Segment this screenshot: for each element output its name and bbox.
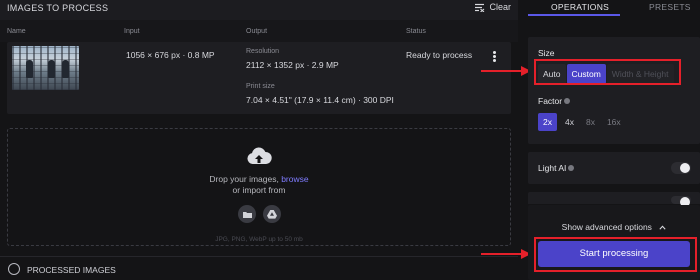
supported-formats: JPG, PNG, WebP up to 50 mb [215, 236, 303, 243]
partially-hidden-toggle[interactable] [671, 196, 691, 207]
size-label: Size [538, 48, 555, 58]
drop-text: Drop your images, [209, 174, 282, 184]
advanced-options-toggle[interactable]: Show advanced options [528, 222, 700, 232]
browse-link[interactable]: browse [281, 174, 308, 184]
images-panel: IMAGES TO PROCESS Clear Name Input Outpu… [0, 0, 518, 280]
factor-option-4x[interactable]: 4x [561, 113, 578, 131]
factor-option-16x[interactable]: 16x [603, 113, 625, 131]
input-size: 1056 × 676 px · 0.8 MP [126, 50, 215, 60]
info-icon [568, 165, 575, 171]
light-ai-label: Light AI [538, 163, 567, 173]
clear-label: Clear [489, 2, 511, 12]
highlight-box [534, 237, 697, 272]
light-ai-card: Light AI [528, 152, 700, 184]
folder-icon [242, 211, 252, 218]
images-panel-title: IMAGES TO PROCESS [7, 3, 109, 13]
image-thumbnail [12, 46, 79, 90]
resolution-value: 2112 × 1352 px · 2.9 MP [246, 60, 339, 70]
factor-label-wrap: Factor [538, 96, 571, 106]
thumbnail-figure [62, 60, 69, 78]
cloud-upload-icon [247, 147, 272, 164]
panel-tabs: OPERATIONS PRESETS [528, 0, 700, 16]
light-ai-label-wrap: Light AI [538, 163, 575, 173]
chevron-up-icon [659, 225, 666, 230]
info-icon [564, 98, 571, 104]
highlight-box [534, 59, 681, 85]
processed-images-radio[interactable] [8, 263, 20, 275]
thumbnail-figure [26, 60, 33, 78]
drop-instructions: Drop your images, browse [8, 174, 510, 184]
tab-active-indicator [528, 14, 620, 16]
factor-label: Factor [538, 96, 563, 106]
status-text: Ready to process [406, 50, 473, 60]
row-menu-button[interactable] [488, 50, 500, 64]
clear-button[interactable]: Clear [474, 2, 511, 12]
dropzone[interactable]: Drop your images, browse or import from … [7, 128, 511, 246]
arrow-right-icon [481, 249, 531, 259]
column-header-name: Name [7, 28, 26, 35]
light-ai-toggle[interactable] [671, 162, 691, 174]
processed-images-section[interactable]: PROCESSED IMAGES [0, 256, 518, 280]
column-header-output: Output [246, 28, 268, 35]
print-size-value: 7.04 × 4.51" (17.9 × 11.4 cm) · 300 DPI [246, 95, 394, 105]
import-folder-button[interactable] [238, 205, 256, 223]
import-from-text: or import from [232, 185, 286, 195]
tab-operations[interactable]: OPERATIONS [551, 2, 609, 12]
factor-option-8x[interactable]: 8x [582, 113, 599, 131]
partially-hidden-card [528, 192, 700, 207]
advanced-options-label: Show advanced options [561, 222, 652, 232]
arrow-right-icon [481, 66, 531, 76]
google-drive-icon [267, 209, 277, 219]
import-google-drive-button[interactable] [263, 205, 281, 223]
column-header-input: Input [124, 28, 140, 35]
thumbnail-figure [48, 60, 55, 78]
images-panel-header: IMAGES TO PROCESS Clear [0, 0, 518, 20]
factor-selector: 2x 4x 8x 16x [538, 113, 625, 131]
table-header: Name Input Output Status [0, 20, 518, 42]
kebab-menu-icon [488, 51, 500, 62]
resolution-label: Resolution [246, 48, 280, 55]
size-factor-card: Size Auto Custom Width & Height Factor 2… [528, 37, 700, 144]
processed-images-label: PROCESSED IMAGES [27, 265, 116, 275]
clear-list-icon [475, 3, 485, 12]
tab-presets[interactable]: PRESETS [649, 2, 691, 12]
column-header-status: Status [406, 28, 426, 35]
factor-option-2x[interactable]: 2x [538, 113, 557, 131]
print-size-label: Print size [246, 83, 275, 90]
table-row[interactable]: 1056 × 676 px · 0.8 MP Resolution 2112 ×… [7, 42, 511, 114]
